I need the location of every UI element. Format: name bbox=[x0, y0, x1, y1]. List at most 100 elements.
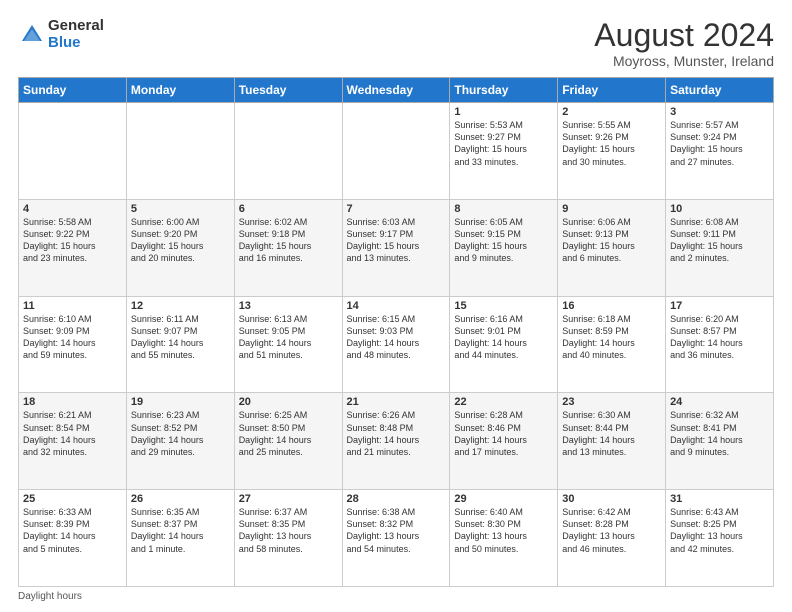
table-row: 5Sunrise: 6:00 AM Sunset: 9:20 PM Daylig… bbox=[126, 199, 234, 296]
day-info: Sunrise: 6:10 AM Sunset: 9:09 PM Dayligh… bbox=[23, 313, 122, 362]
table-row: 4Sunrise: 5:58 AM Sunset: 9:22 PM Daylig… bbox=[19, 199, 127, 296]
day-number: 13 bbox=[239, 300, 338, 312]
calendar-week-row: 18Sunrise: 6:21 AM Sunset: 8:54 PM Dayli… bbox=[19, 393, 774, 490]
table-row: 1Sunrise: 5:53 AM Sunset: 9:27 PM Daylig… bbox=[450, 103, 558, 200]
day-number: 15 bbox=[454, 300, 553, 312]
table-row bbox=[234, 103, 342, 200]
table-row: 24Sunrise: 6:32 AM Sunset: 8:41 PM Dayli… bbox=[666, 393, 774, 490]
day-number: 7 bbox=[347, 203, 446, 215]
title-block: August 2024 Moyross, Munster, Ireland bbox=[594, 18, 774, 69]
table-row: 15Sunrise: 6:16 AM Sunset: 9:01 PM Dayli… bbox=[450, 296, 558, 393]
footer-note: Daylight hours bbox=[18, 591, 774, 602]
table-row: 19Sunrise: 6:23 AM Sunset: 8:52 PM Dayli… bbox=[126, 393, 234, 490]
day-number: 14 bbox=[347, 300, 446, 312]
day-info: Sunrise: 6:18 AM Sunset: 8:59 PM Dayligh… bbox=[562, 313, 661, 362]
day-info: Sunrise: 6:30 AM Sunset: 8:44 PM Dayligh… bbox=[562, 409, 661, 458]
table-row: 11Sunrise: 6:10 AM Sunset: 9:09 PM Dayli… bbox=[19, 296, 127, 393]
day-number: 8 bbox=[454, 203, 553, 215]
calendar-week-row: 11Sunrise: 6:10 AM Sunset: 9:09 PM Dayli… bbox=[19, 296, 774, 393]
subtitle: Moyross, Munster, Ireland bbox=[594, 53, 774, 69]
table-row: 2Sunrise: 5:55 AM Sunset: 9:26 PM Daylig… bbox=[558, 103, 666, 200]
table-row: 14Sunrise: 6:15 AM Sunset: 9:03 PM Dayli… bbox=[342, 296, 450, 393]
day-info: Sunrise: 5:57 AM Sunset: 9:24 PM Dayligh… bbox=[670, 119, 769, 168]
col-saturday: Saturday bbox=[666, 78, 774, 103]
day-number: 31 bbox=[670, 493, 769, 505]
logo-general: General bbox=[48, 18, 104, 35]
day-info: Sunrise: 6:08 AM Sunset: 9:11 PM Dayligh… bbox=[670, 216, 769, 265]
day-number: 28 bbox=[347, 493, 446, 505]
logo: General Blue bbox=[18, 18, 104, 51]
day-info: Sunrise: 6:32 AM Sunset: 8:41 PM Dayligh… bbox=[670, 409, 769, 458]
table-row: 31Sunrise: 6:43 AM Sunset: 8:25 PM Dayli… bbox=[666, 490, 774, 587]
table-row: 30Sunrise: 6:42 AM Sunset: 8:28 PM Dayli… bbox=[558, 490, 666, 587]
table-row: 21Sunrise: 6:26 AM Sunset: 8:48 PM Dayli… bbox=[342, 393, 450, 490]
day-number: 6 bbox=[239, 203, 338, 215]
day-info: Sunrise: 6:00 AM Sunset: 9:20 PM Dayligh… bbox=[131, 216, 230, 265]
day-info: Sunrise: 6:28 AM Sunset: 8:46 PM Dayligh… bbox=[454, 409, 553, 458]
table-row: 23Sunrise: 6:30 AM Sunset: 8:44 PM Dayli… bbox=[558, 393, 666, 490]
col-tuesday: Tuesday bbox=[234, 78, 342, 103]
day-number: 16 bbox=[562, 300, 661, 312]
table-row bbox=[342, 103, 450, 200]
day-number: 30 bbox=[562, 493, 661, 505]
logo-icon bbox=[18, 21, 46, 49]
table-row: 16Sunrise: 6:18 AM Sunset: 8:59 PM Dayli… bbox=[558, 296, 666, 393]
col-thursday: Thursday bbox=[450, 78, 558, 103]
day-info: Sunrise: 6:40 AM Sunset: 8:30 PM Dayligh… bbox=[454, 506, 553, 555]
day-number: 23 bbox=[562, 396, 661, 408]
calendar-header-row: Sunday Monday Tuesday Wednesday Thursday… bbox=[19, 78, 774, 103]
day-number: 24 bbox=[670, 396, 769, 408]
day-number: 29 bbox=[454, 493, 553, 505]
day-info: Sunrise: 5:58 AM Sunset: 9:22 PM Dayligh… bbox=[23, 216, 122, 265]
table-row: 20Sunrise: 6:25 AM Sunset: 8:50 PM Dayli… bbox=[234, 393, 342, 490]
day-number: 22 bbox=[454, 396, 553, 408]
day-info: Sunrise: 6:33 AM Sunset: 8:39 PM Dayligh… bbox=[23, 506, 122, 555]
day-info: Sunrise: 6:38 AM Sunset: 8:32 PM Dayligh… bbox=[347, 506, 446, 555]
table-row: 26Sunrise: 6:35 AM Sunset: 8:37 PM Dayli… bbox=[126, 490, 234, 587]
calendar-week-row: 4Sunrise: 5:58 AM Sunset: 9:22 PM Daylig… bbox=[19, 199, 774, 296]
day-info: Sunrise: 6:15 AM Sunset: 9:03 PM Dayligh… bbox=[347, 313, 446, 362]
calendar-week-row: 25Sunrise: 6:33 AM Sunset: 8:39 PM Dayli… bbox=[19, 490, 774, 587]
day-info: Sunrise: 6:03 AM Sunset: 9:17 PM Dayligh… bbox=[347, 216, 446, 265]
day-number: 3 bbox=[670, 106, 769, 118]
day-info: Sunrise: 6:11 AM Sunset: 9:07 PM Dayligh… bbox=[131, 313, 230, 362]
day-info: Sunrise: 6:20 AM Sunset: 8:57 PM Dayligh… bbox=[670, 313, 769, 362]
table-row: 6Sunrise: 6:02 AM Sunset: 9:18 PM Daylig… bbox=[234, 199, 342, 296]
col-wednesday: Wednesday bbox=[342, 78, 450, 103]
day-number: 19 bbox=[131, 396, 230, 408]
col-monday: Monday bbox=[126, 78, 234, 103]
header: General Blue August 2024 Moyross, Munste… bbox=[18, 18, 774, 69]
day-number: 4 bbox=[23, 203, 122, 215]
table-row: 9Sunrise: 6:06 AM Sunset: 9:13 PM Daylig… bbox=[558, 199, 666, 296]
day-info: Sunrise: 5:53 AM Sunset: 9:27 PM Dayligh… bbox=[454, 119, 553, 168]
table-row: 8Sunrise: 6:05 AM Sunset: 9:15 PM Daylig… bbox=[450, 199, 558, 296]
table-row: 3Sunrise: 5:57 AM Sunset: 9:24 PM Daylig… bbox=[666, 103, 774, 200]
table-row: 7Sunrise: 6:03 AM Sunset: 9:17 PM Daylig… bbox=[342, 199, 450, 296]
day-number: 5 bbox=[131, 203, 230, 215]
calendar-week-row: 1Sunrise: 5:53 AM Sunset: 9:27 PM Daylig… bbox=[19, 103, 774, 200]
col-friday: Friday bbox=[558, 78, 666, 103]
day-info: Sunrise: 6:06 AM Sunset: 9:13 PM Dayligh… bbox=[562, 216, 661, 265]
day-number: 27 bbox=[239, 493, 338, 505]
table-row: 28Sunrise: 6:38 AM Sunset: 8:32 PM Dayli… bbox=[342, 490, 450, 587]
day-info: Sunrise: 5:55 AM Sunset: 9:26 PM Dayligh… bbox=[562, 119, 661, 168]
table-row: 25Sunrise: 6:33 AM Sunset: 8:39 PM Dayli… bbox=[19, 490, 127, 587]
day-info: Sunrise: 6:25 AM Sunset: 8:50 PM Dayligh… bbox=[239, 409, 338, 458]
day-number: 12 bbox=[131, 300, 230, 312]
main-title: August 2024 bbox=[594, 18, 774, 53]
table-row: 22Sunrise: 6:28 AM Sunset: 8:46 PM Dayli… bbox=[450, 393, 558, 490]
day-info: Sunrise: 6:16 AM Sunset: 9:01 PM Dayligh… bbox=[454, 313, 553, 362]
day-info: Sunrise: 6:05 AM Sunset: 9:15 PM Dayligh… bbox=[454, 216, 553, 265]
table-row: 29Sunrise: 6:40 AM Sunset: 8:30 PM Dayli… bbox=[450, 490, 558, 587]
day-info: Sunrise: 6:43 AM Sunset: 8:25 PM Dayligh… bbox=[670, 506, 769, 555]
day-info: Sunrise: 6:21 AM Sunset: 8:54 PM Dayligh… bbox=[23, 409, 122, 458]
logo-text: General Blue bbox=[48, 18, 104, 51]
day-info: Sunrise: 6:26 AM Sunset: 8:48 PM Dayligh… bbox=[347, 409, 446, 458]
table-row: 13Sunrise: 6:13 AM Sunset: 9:05 PM Dayli… bbox=[234, 296, 342, 393]
day-number: 17 bbox=[670, 300, 769, 312]
table-row bbox=[19, 103, 127, 200]
day-number: 2 bbox=[562, 106, 661, 118]
table-row: 17Sunrise: 6:20 AM Sunset: 8:57 PM Dayli… bbox=[666, 296, 774, 393]
table-row: 12Sunrise: 6:11 AM Sunset: 9:07 PM Dayli… bbox=[126, 296, 234, 393]
day-number: 26 bbox=[131, 493, 230, 505]
